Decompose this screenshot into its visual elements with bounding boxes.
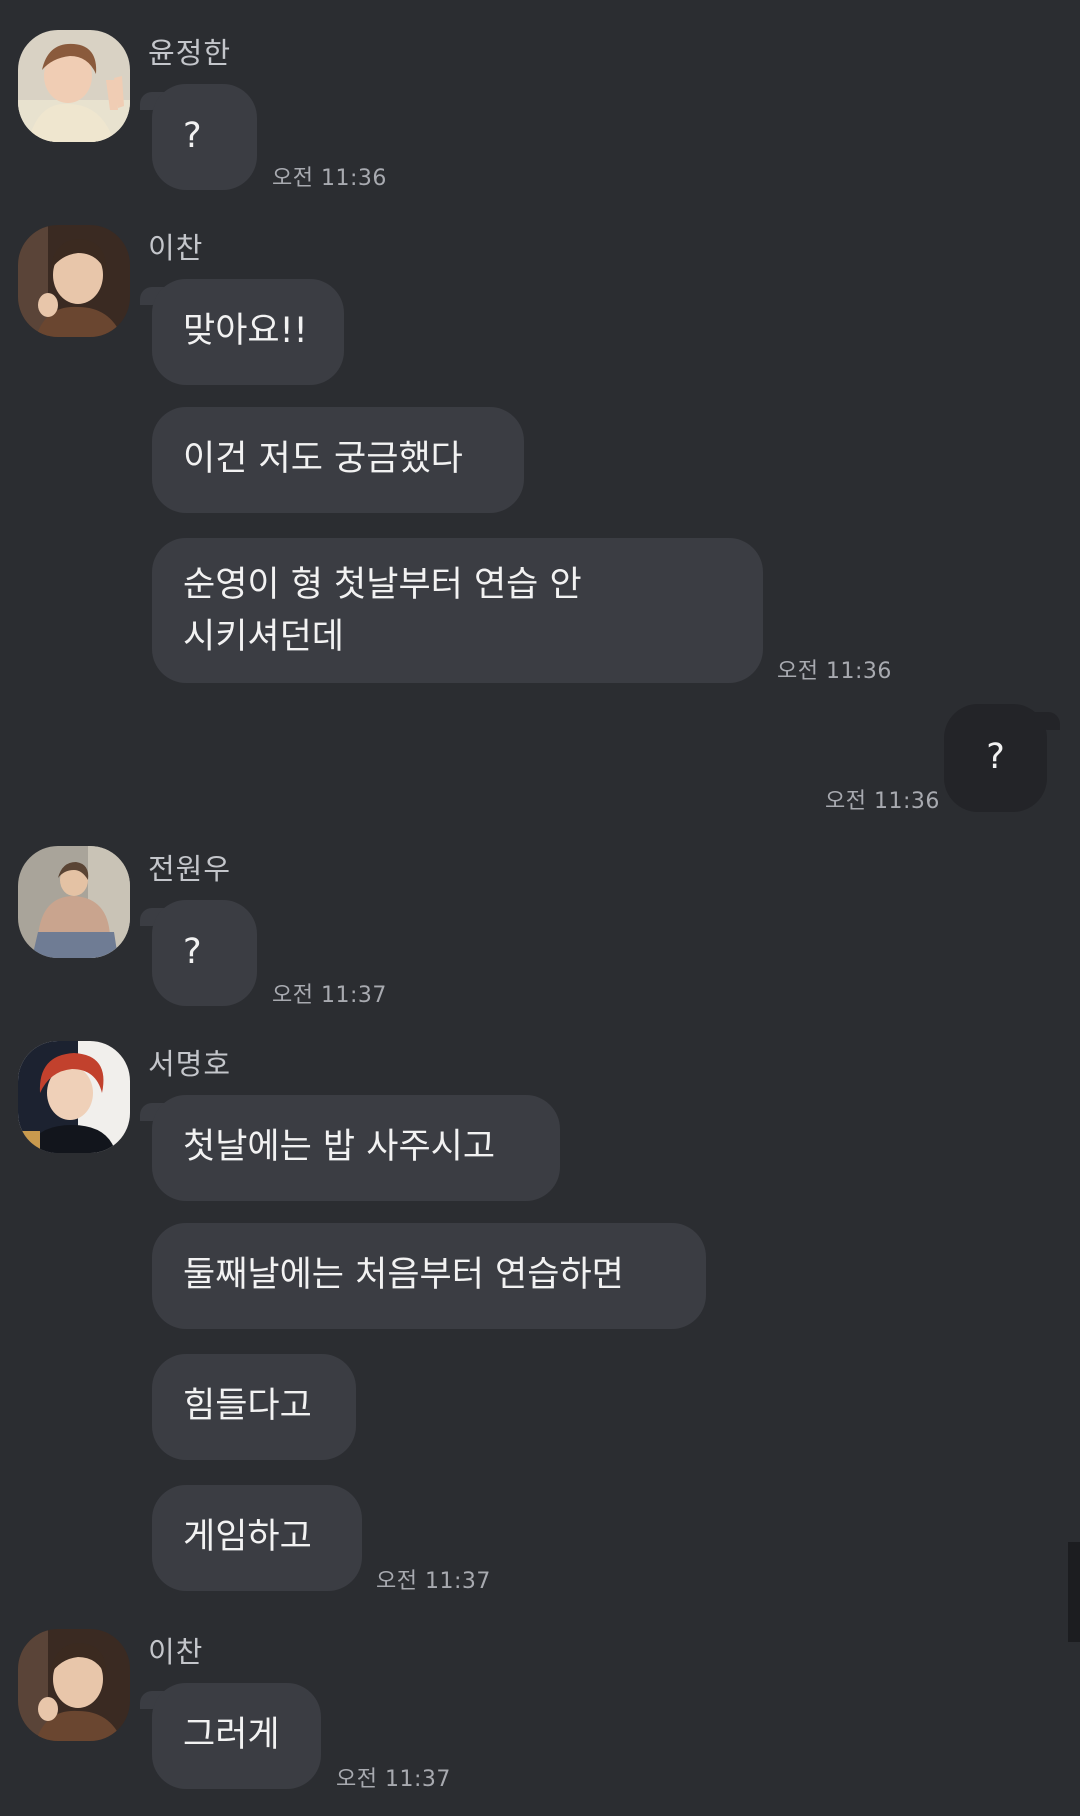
message-bubble[interactable]: 첫날에는 밥 사주시고 [152, 1095, 560, 1201]
sender-name: 서명호 [148, 1047, 232, 1081]
avatar-wonwoo-icon[interactable] [18, 846, 130, 958]
message-timestamp: 오전 11:37 [336, 1767, 451, 1792]
my-message-bubble[interactable]: ? [944, 704, 1047, 812]
message-timestamp: 오전 11:36 [825, 789, 940, 814]
message-bubble[interactable]: 이건 저도 궁금했다 [152, 407, 524, 513]
message-bubble[interactable]: 게임하고 [152, 1485, 362, 1591]
message-bubble[interactable]: 힘들다고 [152, 1354, 356, 1460]
message-bubble[interactable]: 그러게 [152, 1683, 321, 1789]
message-bubble[interactable]: 둘째날에는 처음부터 연습하면 [152, 1223, 706, 1329]
avatar-chan-icon[interactable] [18, 1629, 130, 1741]
message-bubble[interactable]: 맞아요!! [152, 279, 344, 385]
message-timestamp: 오전 11:37 [272, 983, 387, 1008]
message-bubble[interactable]: ? [152, 900, 257, 1006]
avatar-jeonghan-icon[interactable] [18, 30, 130, 142]
message-timestamp: 오전 11:37 [376, 1569, 491, 1594]
message-timestamp: 오전 11:36 [777, 659, 892, 684]
sender-name: 윤정한 [148, 36, 232, 70]
avatar-minghao-icon[interactable] [18, 1041, 130, 1153]
sender-name: 이찬 [148, 231, 204, 265]
scrollbar-thumb[interactable] [1068, 1542, 1080, 1642]
sender-name: 이찬 [148, 1635, 204, 1669]
message-bubble[interactable]: 순영이 형 첫날부터 연습 안 시키셔던데 [152, 538, 763, 683]
message-timestamp: 오전 11:36 [272, 166, 387, 191]
message-bubble[interactable]: ? [152, 84, 257, 190]
sender-name: 전원우 [148, 852, 232, 886]
avatar-chan-icon[interactable] [18, 225, 130, 337]
